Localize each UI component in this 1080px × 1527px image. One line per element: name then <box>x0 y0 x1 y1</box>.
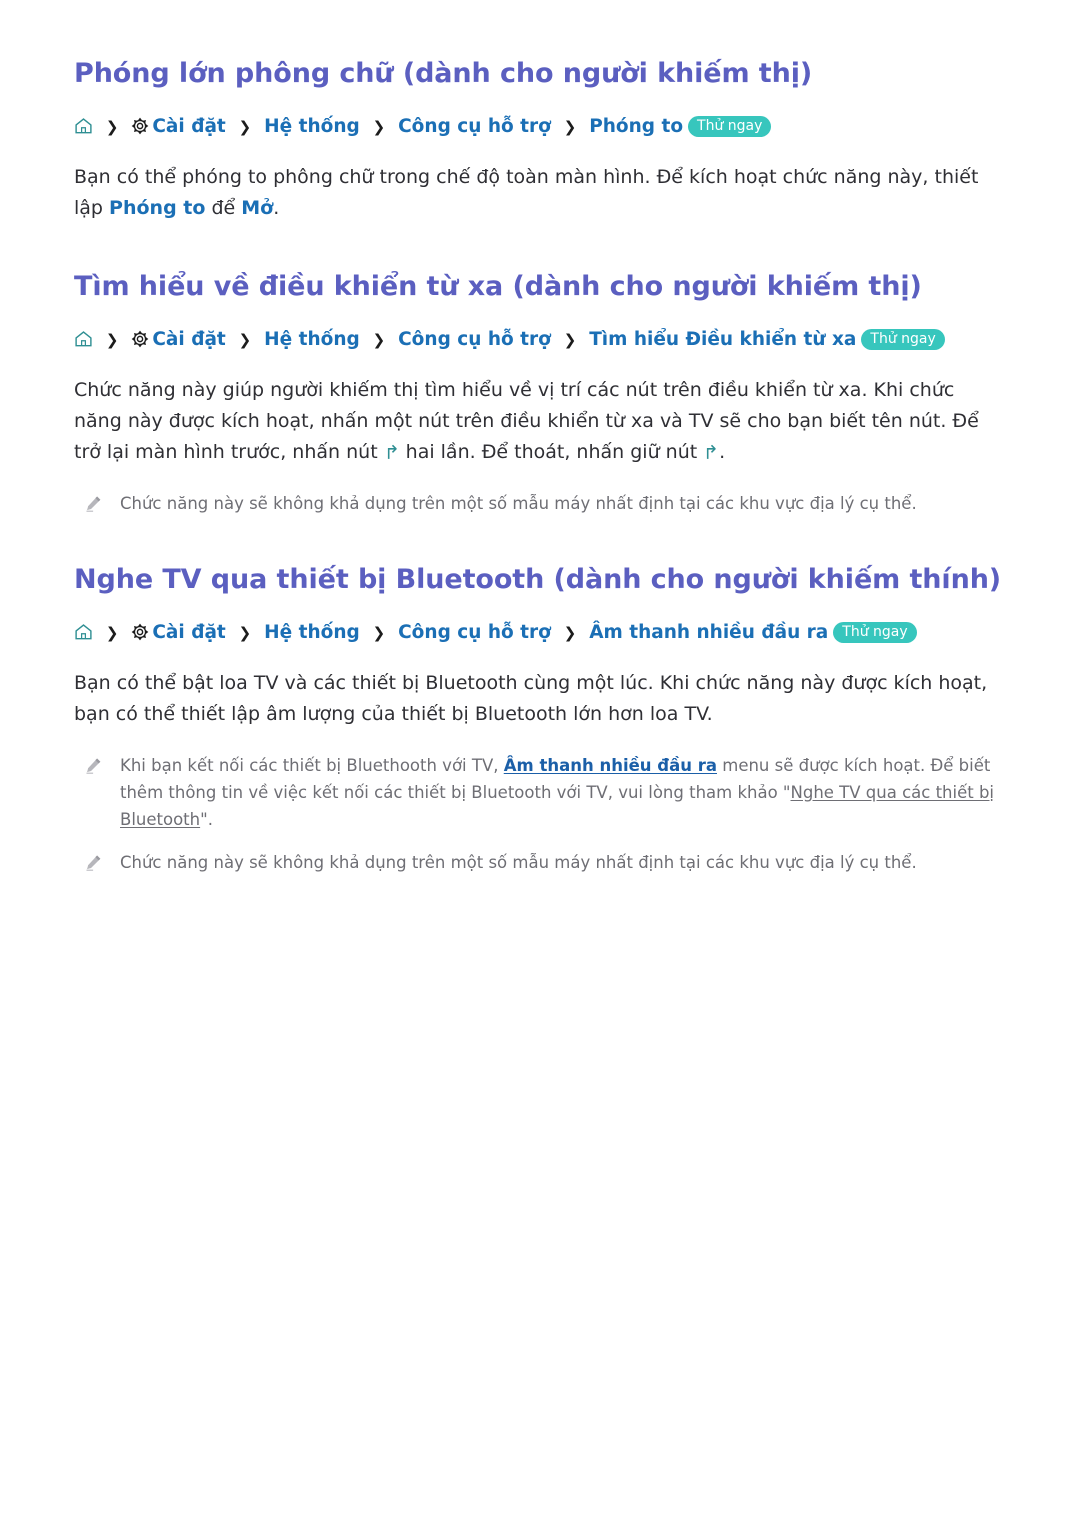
breadcrumb-crumb-system[interactable]: Hệ thống <box>264 622 360 643</box>
gear-icon[interactable] <box>131 330 149 348</box>
breadcrumb-separator: ❯ <box>238 118 252 136</box>
note-text: Chức năng này sẽ không khả dụng trên một… <box>120 494 917 513</box>
page-title: Nghe TV qua thiết bị Bluetooth (dành cho… <box>74 564 1002 595</box>
breadcrumb-separator: ❯ <box>372 624 386 642</box>
breadcrumb-crumb-accessibility[interactable]: Công cụ hỗ trợ <box>398 329 551 350</box>
pencil-icon <box>84 494 103 513</box>
breadcrumb-separator: ❯ <box>563 118 577 136</box>
manual-page: Phóng lớn phông chữ (dành cho người khiế… <box>0 0 1080 1527</box>
inline-link-zoom[interactable]: Phóng to <box>109 197 205 219</box>
home-icon[interactable] <box>74 330 93 348</box>
section-learn-remote: Tìm hiểu về điều khiển từ xa (dành cho n… <box>74 269 1008 517</box>
pencil-icon <box>84 853 103 872</box>
return-arrow-icon: ↰ <box>383 442 400 464</box>
breadcrumb-separator: ❯ <box>563 624 577 642</box>
home-icon[interactable] <box>74 623 93 641</box>
body-paragraph: Bạn có thể bật loa TV và các thiết bị Bl… <box>74 672 988 725</box>
body-text: hai lần. Để thoát, nhấn giữ nút <box>399 441 704 463</box>
breadcrumb-separator: ❯ <box>105 624 119 642</box>
note-item: Chức năng này sẽ không khả dụng trên một… <box>74 490 1008 517</box>
body-text: . <box>719 441 726 463</box>
breadcrumb: ❯ Cài đặt ❯ Hệ thống ❯ Công cụ hỗ trợ ❯ … <box>74 620 1008 646</box>
gear-icon[interactable] <box>131 623 149 641</box>
breadcrumb-crumb-accessibility[interactable]: Công cụ hỗ trợ <box>398 116 551 137</box>
inline-link-on[interactable]: Mở <box>241 197 273 219</box>
body-text: . <box>273 197 280 219</box>
breadcrumb-separator: ❯ <box>105 118 119 136</box>
breadcrumb-separator: ❯ <box>238 624 252 642</box>
breadcrumb-crumb-settings[interactable]: Cài đặt <box>152 116 225 137</box>
try-now-badge[interactable]: Thử ngay <box>688 115 772 137</box>
try-now-badge[interactable]: Thử ngay <box>833 621 917 643</box>
note-text: Chức năng này sẽ không khả dụng trên một… <box>120 853 917 872</box>
page-title: Tìm hiểu về điều khiển từ xa (dành cho n… <box>74 271 922 302</box>
home-icon[interactable] <box>74 117 93 135</box>
breadcrumb-separator: ❯ <box>105 331 119 349</box>
breadcrumb-crumb-settings[interactable]: Cài đặt <box>152 622 225 643</box>
breadcrumb-crumb-accessibility[interactable]: Công cụ hỗ trợ <box>398 622 551 643</box>
section-bluetooth-audio: Nghe TV qua thiết bị Bluetooth (dành cho… <box>74 562 1008 876</box>
breadcrumb-separator: ❯ <box>372 118 386 136</box>
breadcrumb-crumb-system[interactable]: Hệ thống <box>264 116 360 137</box>
body-paragraph: Bạn có thể phóng to phông chữ trong chế … <box>74 162 992 224</box>
breadcrumb-separator: ❯ <box>563 331 577 349</box>
breadcrumb: ❯ Cài đặt ❯ Hệ thống ❯ Công cụ hỗ trợ ❯ … <box>74 114 1008 140</box>
note-item: Chức năng này sẽ không khả dụng trên một… <box>74 849 1008 876</box>
breadcrumb-crumb-target[interactable]: Tìm hiểu Điều khiển từ xa <box>589 329 856 350</box>
breadcrumb-crumb-target[interactable]: Phóng to <box>589 116 683 137</box>
return-arrow-icon: ↰ <box>703 442 720 464</box>
breadcrumb-separator: ❯ <box>238 331 252 349</box>
breadcrumb-crumb-target[interactable]: Âm thanh nhiều đầu ra <box>589 622 828 643</box>
breadcrumb-crumb-settings[interactable]: Cài đặt <box>152 329 225 350</box>
breadcrumb-separator: ❯ <box>372 331 386 349</box>
note-text-part: Khi bạn kết nối các thiết bị Bluethooth … <box>120 756 504 775</box>
pencil-icon <box>84 756 103 775</box>
body-paragraph: Chức năng này giúp người khiếm thị tìm h… <box>74 375 992 468</box>
section-zoom-font: Phóng lớn phông chữ (dành cho người khiế… <box>74 56 1008 224</box>
note-item: Khi bạn kết nối các thiết bị Bluethooth … <box>74 752 1008 833</box>
breadcrumb: ❯ Cài đặt ❯ Hệ thống ❯ Công cụ hỗ trợ ❯ … <box>74 327 1008 353</box>
body-text: để <box>205 197 242 219</box>
try-now-badge[interactable]: Thử ngay <box>861 328 945 350</box>
page-title: Phóng lớn phông chữ (dành cho người khiế… <box>74 58 813 89</box>
note-link-multi-output-audio[interactable]: Âm thanh nhiều đầu ra <box>504 756 717 775</box>
note-text-part: ". <box>200 810 213 829</box>
gear-icon[interactable] <box>131 117 149 135</box>
note-text: Khi bạn kết nối các thiết bị Bluethooth … <box>120 752 1008 833</box>
breadcrumb-crumb-system[interactable]: Hệ thống <box>264 329 360 350</box>
